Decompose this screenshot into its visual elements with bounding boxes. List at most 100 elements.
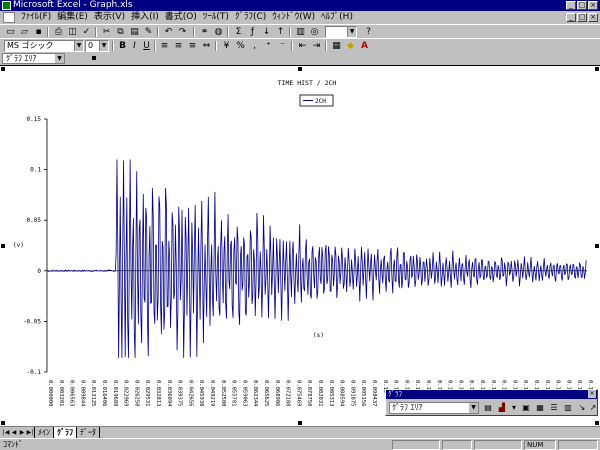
fill-color-icon[interactable]: ◆ <box>344 40 357 52</box>
by-row-icon[interactable]: ☰ <box>548 402 560 414</box>
next-sheet-icon[interactable]: ▶ <box>18 428 26 438</box>
window-title: Microsoft Excel - Graph.xls <box>13 0 133 10</box>
chart-toolbar[interactable]: ｸﾞﾗﾌ × ｸﾞﾗﾌ ｴﾘｱ ▼ ▤ ▟ ▾ ▣ ▦ ☰ ▥ ↘ ↗ <box>385 389 598 416</box>
chevron-down-icon[interactable]: ▼ <box>347 27 356 37</box>
angle-text-up-icon[interactable]: ↗ <box>587 402 599 414</box>
font-color-button[interactable]: A <box>358 40 371 52</box>
menu-help[interactable]: ﾍﾙﾌﾟ(H) <box>319 11 357 24</box>
prev-sheet-icon[interactable]: ◀ <box>10 428 18 438</box>
paste-icon[interactable]: ▤ <box>128 26 141 38</box>
function-icon[interactable]: ƒ <box>246 26 259 38</box>
sort-descending-icon[interactable]: ↑ <box>274 26 287 38</box>
name-box[interactable]: ｸﾞﾗﾌ ｴﾘｱ ▼ <box>2 53 65 64</box>
spelling-icon[interactable]: ✓ <box>80 26 93 38</box>
currency-icon[interactable]: ¥ <box>220 40 233 52</box>
maximize-button[interactable]: □ <box>577 1 587 10</box>
legend-label: 2CH <box>315 98 326 105</box>
office-assistant-icon[interactable]: ? <box>362 26 375 38</box>
map-icon[interactable]: ◎ <box>308 26 321 38</box>
decrease-decimal-icon[interactable]: ⁻ <box>276 40 289 52</box>
chevron-down-icon[interactable]: ▼ <box>99 41 108 51</box>
last-sheet-icon[interactable]: ▶| <box>26 428 34 438</box>
chart-toolbar-title[interactable]: ｸﾞﾗﾌ × <box>386 390 597 399</box>
document-icon[interactable] <box>3 12 15 23</box>
by-column-icon[interactable]: ▥ <box>562 402 574 414</box>
doc-restore-button[interactable]: □ <box>577 13 587 22</box>
comma-icon[interactable]: , <box>248 40 261 52</box>
chart-svg[interactable]: TIME HIST / 2CH 2CH 0.15 0.1 0.05 0 -0.05 -0.… <box>0 66 600 427</box>
chevron-down-icon[interactable]: ▼ <box>469 403 478 413</box>
merge-center-icon[interactable]: ⇔ <box>200 40 213 52</box>
chevron-down-icon[interactable]: ▾ <box>508 402 520 414</box>
undo-icon[interactable]: ↶ <box>162 26 175 38</box>
document-window-controls: _ □ × <box>566 12 598 22</box>
x-tick-label: 0.082031 <box>317 380 323 407</box>
chart-title[interactable]: TIME HIST / 2CH <box>278 79 337 87</box>
first-sheet-icon[interactable]: |◀ <box>2 428 10 438</box>
borders-icon[interactable]: ▦ <box>330 40 343 52</box>
data-table-icon[interactable]: ▦ <box>534 402 546 414</box>
menu-tools[interactable]: ﾂｰﾙ(T) <box>201 11 233 24</box>
sort-ascending-icon[interactable]: ↓ <box>260 26 273 38</box>
align-center-icon[interactable]: ≡ <box>172 40 185 52</box>
status-panel <box>392 440 440 450</box>
toolbar-separator <box>112 41 114 51</box>
chart-objects-select[interactable]: ｸﾞﾗﾌ ｴﾘｱ ▼ <box>389 402 479 414</box>
menu-format[interactable]: 書式(O) <box>163 11 201 24</box>
font-name-value: MS ゴシック <box>7 41 54 50</box>
print-preview-icon[interactable]: ◫ <box>66 26 79 38</box>
chevron-down-icon[interactable]: ▼ <box>55 54 64 63</box>
copy-icon[interactable]: ⧉ <box>114 26 127 38</box>
doc-minimize-button[interactable]: _ <box>566 13 576 22</box>
x-axis-label: (s) <box>313 332 324 339</box>
selection-marker <box>92 56 96 60</box>
selection-handle <box>595 67 599 71</box>
menu-window[interactable]: ｳｨﾝﾄﾞｳ(W) <box>270 11 319 24</box>
chart-type-icon[interactable]: ▟ <box>496 402 508 414</box>
autosum-icon[interactable]: Σ <box>232 26 245 38</box>
menu-edit[interactable]: 編集(E) <box>55 11 92 24</box>
hyperlink-icon[interactable]: ⚭ <box>198 26 211 38</box>
selection-handle <box>595 421 599 425</box>
increase-indent-icon[interactable]: ⇥ <box>310 40 323 52</box>
toolbar-separator <box>47 27 49 37</box>
legend-toggle-icon[interactable]: ▣ <box>520 402 532 414</box>
menu-insert[interactable]: 挿入(I) <box>129 11 163 24</box>
redo-icon[interactable]: ↷ <box>176 26 189 38</box>
x-tick-label: 0.000000 <box>47 380 53 407</box>
legend[interactable]: 2CH <box>299 94 334 107</box>
chevron-down-icon[interactable]: ▼ <box>74 41 83 51</box>
align-right-icon[interactable]: ≡ <box>186 40 199 52</box>
x-tick-label: 0.098437 <box>371 380 377 407</box>
format-object-icon[interactable]: ▤ <box>482 402 494 414</box>
decrease-indent-icon[interactable]: ⇤ <box>296 40 309 52</box>
save-icon[interactable]: ▪ <box>32 26 45 38</box>
menu-view[interactable]: 表示(V) <box>92 11 129 24</box>
increase-decimal-icon[interactable]: ⁺ <box>262 40 275 52</box>
font-name-select[interactable]: MS ゴシック ▼ <box>4 40 84 52</box>
excel-app-icon[interactable] <box>2 1 11 10</box>
font-size-select[interactable]: 0 ▼ <box>85 40 109 52</box>
series-line-2ch[interactable] <box>46 159 587 358</box>
underline-button[interactable]: U <box>140 40 153 52</box>
web-toolbar-icon[interactable]: ◍ <box>212 26 225 38</box>
new-icon[interactable]: ▭ <box>4 26 17 38</box>
percent-icon[interactable]: % <box>234 40 247 52</box>
minimize-button[interactable]: _ <box>566 1 576 10</box>
menu-file[interactable]: ﾌｧｲﾙ(F) <box>19 11 55 24</box>
chart-wizard-icon[interactable]: ▥ <box>294 26 307 38</box>
format-painter-icon[interactable]: ✎ <box>142 26 155 38</box>
x-tick-label: 0.039375 <box>177 380 183 407</box>
toolbar-separator <box>193 27 195 37</box>
align-left-icon[interactable]: ≡ <box>158 40 171 52</box>
doc-close-button[interactable]: × <box>588 13 598 22</box>
chart-area[interactable]: TIME HIST / 2CH 2CH 0.15 0.1 0.05 0 -0.05 -0.… <box>0 65 600 426</box>
open-icon[interactable]: ▱ <box>18 26 31 38</box>
print-icon[interactable]: ⎙ <box>52 26 65 38</box>
menu-chart[interactable]: ｸﾞﾗﾌ(C) <box>233 11 270 24</box>
close-icon[interactable]: × <box>588 390 596 398</box>
close-button[interactable]: × <box>588 1 598 10</box>
toolbar-separator <box>227 27 229 37</box>
cut-icon[interactable]: ✂ <box>100 26 113 38</box>
zoom-select[interactable]: ▼ <box>325 26 357 38</box>
